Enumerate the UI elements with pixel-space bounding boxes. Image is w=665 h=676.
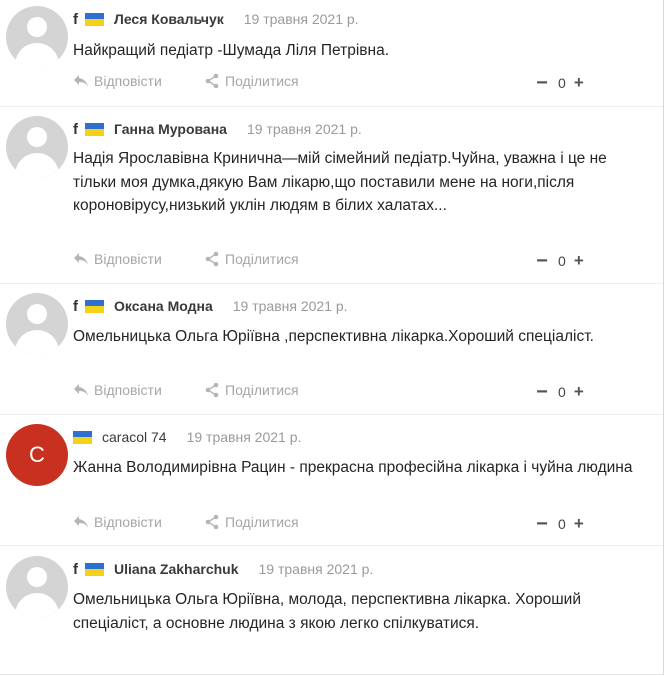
comment-actions: Відповісти Поділитися − 0 + (73, 251, 593, 271)
comment-meta: f Оксана Модна 19 травня 2021 р. (73, 296, 348, 316)
downvote-button[interactable]: − (535, 251, 549, 271)
avatar[interactable]: C (6, 424, 68, 486)
comment-actions: Відповісти Поділитися − 0 + (73, 514, 593, 534)
comment-meta: f Ганна Мурована 19 травня 2021 р. (73, 119, 362, 139)
downvote-button[interactable]: − (535, 382, 549, 402)
reply-label: Відповісти (94, 514, 162, 530)
reply-icon (74, 384, 88, 396)
avatar[interactable] (6, 6, 68, 68)
share-label: Поділитися (225, 73, 299, 89)
avatar[interactable] (6, 293, 68, 355)
share-label: Поділитися (225, 251, 299, 267)
share-label: Поділитися (225, 382, 299, 398)
reply-button[interactable]: Відповісти (73, 382, 162, 398)
comment-actions: Відповісти Поділитися − 0 + (73, 73, 593, 93)
comment-text: Найкращий педіатр -Шумада Ліля Петрівна. (73, 42, 390, 59)
comment-meta: caracol 74 19 травня 2021 р. (73, 427, 301, 447)
facebook-icon[interactable]: f (73, 11, 78, 28)
reply-label: Відповісти (94, 382, 162, 398)
facebook-icon[interactable]: f (73, 121, 78, 138)
comment-date: 19 травня 2021 р. (246, 121, 362, 137)
vote-control: − 0 + (535, 251, 585, 271)
comment-text: Омельницька Ольга Юріївна, молода, персп… (73, 591, 581, 632)
ukraine-flag-icon (85, 562, 104, 576)
comment-text: Омельницька Ольга Юріївна ,перспективна … (73, 328, 594, 345)
share-icon (205, 73, 219, 89)
reply-button[interactable]: Відповісти (73, 514, 162, 530)
facebook-icon[interactable]: f (73, 561, 78, 578)
share-button[interactable]: Поділитися (204, 514, 299, 530)
comment-actions: Відповісти Поділитися − 0 + (73, 382, 593, 402)
author-name[interactable]: Леся Ковальчук (114, 11, 224, 27)
upvote-button[interactable]: + (573, 514, 585, 534)
share-icon (205, 251, 219, 267)
share-button[interactable]: Поділитися (204, 73, 299, 89)
reply-icon (74, 253, 88, 265)
downvote-button[interactable]: − (535, 514, 549, 534)
comment-date: 19 травня 2021 р. (243, 11, 359, 27)
vote-count: 0 (558, 516, 566, 532)
comment-date: 19 травня 2021 р. (186, 429, 302, 445)
comment-date: 19 травня 2021 р. (232, 298, 348, 314)
comment-meta: f Леся Ковальчук 19 травня 2021 р. (73, 9, 359, 29)
reply-button[interactable]: Відповісти (73, 73, 162, 89)
reply-icon (74, 516, 88, 528)
divider (0, 545, 663, 546)
divider (0, 106, 663, 107)
comment-text: Жанна Володимирівна Рацин - прекрасна пр… (73, 459, 633, 476)
share-label: Поділитися (225, 514, 299, 530)
share-icon (205, 514, 219, 530)
comment-meta: f Uliana Zakharchuk 19 травня 2021 р. (73, 559, 373, 579)
author-name[interactable]: Оксана Модна (114, 298, 213, 314)
vote-count: 0 (558, 75, 566, 91)
reply-icon (74, 75, 88, 87)
avatar[interactable] (6, 556, 68, 618)
share-icon (205, 382, 219, 398)
vote-count: 0 (558, 253, 566, 269)
ukraine-flag-icon (73, 430, 92, 444)
author-name[interactable]: caracol 74 (102, 429, 167, 445)
reply-button[interactable]: Відповісти (73, 251, 162, 267)
author-name[interactable]: Uliana Zakharchuk (114, 561, 239, 577)
upvote-button[interactable]: + (573, 251, 585, 271)
reply-label: Відповісти (94, 251, 162, 267)
ukraine-flag-icon (85, 122, 104, 136)
share-button[interactable]: Поділитися (204, 251, 299, 267)
facebook-icon[interactable]: f (73, 298, 78, 315)
share-button[interactable]: Поділитися (204, 382, 299, 398)
reply-label: Відповісти (94, 73, 162, 89)
vote-control: − 0 + (535, 382, 585, 402)
vote-control: − 0 + (535, 514, 585, 534)
upvote-button[interactable]: + (573, 73, 585, 93)
author-name[interactable]: Ганна Мурована (114, 121, 227, 137)
vote-control: − 0 + (535, 73, 585, 93)
comment-date: 19 травня 2021 р. (258, 561, 374, 577)
avatar[interactable] (6, 116, 68, 178)
downvote-button[interactable]: − (535, 73, 549, 93)
upvote-button[interactable]: + (573, 382, 585, 402)
ukraine-flag-icon (85, 12, 104, 26)
divider (0, 283, 663, 284)
comment-text: Надія Ярославівна Кринична—мій сімейний … (73, 150, 607, 214)
ukraine-flag-icon (85, 299, 104, 313)
vote-count: 0 (558, 384, 566, 400)
divider (0, 414, 663, 415)
